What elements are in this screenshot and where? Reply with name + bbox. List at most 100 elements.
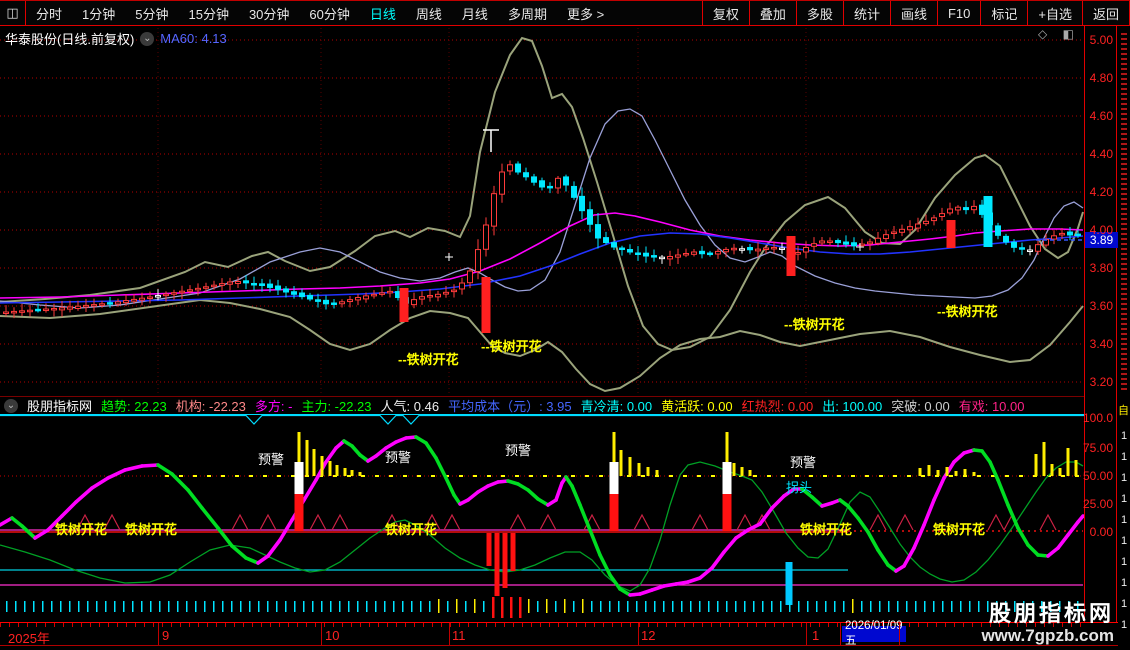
candle-body <box>76 306 81 308</box>
oscillator-segment <box>1058 535 1068 548</box>
period-tab[interactable]: 月线 <box>452 4 498 23</box>
chart-title-bar[interactable]: 华泰股份(日线.前复权) ⌄ MA60: 4.13 <box>5 29 227 48</box>
oscillator-segment <box>858 518 868 532</box>
oscillator-segment <box>246 558 258 563</box>
oscillator-segment <box>652 586 664 590</box>
indicator-axis-label: 25.00 <box>1083 497 1113 511</box>
marked-cyan-candle <box>984 196 993 247</box>
strip-number: 1 <box>1121 577 1127 589</box>
bottom-tick <box>447 601 449 612</box>
period-tab[interactable]: 多周期 <box>498 4 557 23</box>
period-tab[interactable]: 日线 <box>360 4 406 23</box>
oscillator-segment <box>1028 545 1038 555</box>
candle-body <box>164 294 169 296</box>
period-tab[interactable]: 1分钟 <box>72 4 125 23</box>
toolbar-button[interactable]: 叠加 <box>750 1 797 25</box>
indicator-collapse-icon[interactable]: ⌄ <box>4 399 18 413</box>
toolbar-button[interactable]: F10 <box>938 1 981 25</box>
toolbar-button[interactable]: 统计 <box>844 1 891 25</box>
stock-title[interactable]: 华泰股份(日线.前复权) <box>5 29 134 48</box>
oscillator-segment <box>990 462 998 480</box>
panel-annotation: 预警 <box>385 447 411 466</box>
candle-body <box>20 311 25 313</box>
zero-line-triangle <box>897 515 913 530</box>
indicator-field: 人气: 0.46 <box>381 396 440 415</box>
period-tab[interactable]: 周线 <box>406 4 452 23</box>
oscillator-segment <box>600 555 610 575</box>
bottom-tick <box>195 601 197 612</box>
bottom-tick <box>816 601 818 612</box>
bottom-tick <box>537 601 539 612</box>
watermark: 股朋指标网 www.7gpzb.com <box>981 601 1114 646</box>
signal-bar-red <box>295 494 304 531</box>
bottom-tick <box>789 601 791 612</box>
candle-body <box>60 308 65 310</box>
indicator-axis-label: 50.00 <box>1083 469 1113 483</box>
oscillator-segment <box>772 496 784 508</box>
toolbar-button[interactable]: 复权 <box>703 1 750 25</box>
oscillator-segment <box>590 530 600 555</box>
candle-body <box>796 253 801 255</box>
main-candlestick-chart[interactable] <box>0 26 1084 396</box>
candle-body <box>812 244 817 247</box>
yellow-histogram-bar <box>1075 460 1078 476</box>
bottom-tick <box>600 601 602 612</box>
candle-body <box>748 248 753 250</box>
candle-body <box>268 284 273 287</box>
oscillator-segment <box>934 478 944 500</box>
date-axis-separator <box>638 623 639 645</box>
panel-annotation: 预警 <box>505 440 531 459</box>
period-tab[interactable]: 15分钟 <box>178 4 238 23</box>
oscillator-segment <box>1008 505 1018 528</box>
candle-body <box>236 282 241 284</box>
date-axis-label: 2025年 <box>8 628 50 647</box>
period-tab[interactable]: 5分钟 <box>125 4 178 23</box>
price-axis-label: 3.80 <box>1083 261 1113 275</box>
right-sidebar-strip[interactable]: 自 1111111111 <box>1118 26 1130 622</box>
bottom-tick <box>546 599 548 613</box>
doji-cross-marker <box>445 253 453 261</box>
watermark-url: www.7gpzb.com <box>981 626 1114 646</box>
candle-body <box>964 208 969 210</box>
candle-body <box>708 253 713 255</box>
bottom-tick <box>915 601 917 612</box>
date-axis-label: 10 <box>325 628 339 643</box>
bottom-tick <box>366 601 368 612</box>
period-tab[interactable]: 60分钟 <box>299 4 359 23</box>
candle-body <box>244 281 249 283</box>
bottom-tick <box>213 601 215 612</box>
bottom-tick <box>852 599 854 613</box>
toolbar-button[interactable]: 多股 <box>797 1 844 25</box>
indicator-field: 机构: -22.23 <box>176 396 246 415</box>
candle-body <box>276 286 281 290</box>
candle-body <box>940 214 945 217</box>
yellow-histogram-bar <box>1067 448 1070 476</box>
candle-body <box>228 282 233 284</box>
toolbar-button[interactable]: +自选 <box>1028 1 1083 25</box>
oscillator-segment <box>848 506 858 518</box>
period-tab[interactable]: 更多 > <box>557 4 614 23</box>
period-tab[interactable]: 30分钟 <box>239 4 299 23</box>
chevron-down-icon[interactable]: ⌄ <box>140 32 154 46</box>
date-axis-separator <box>840 623 841 645</box>
bottom-tick <box>573 601 575 612</box>
bottom-tick <box>510 597 513 618</box>
window-split-icon[interactable]: ◫ <box>0 1 26 25</box>
chart-corner-icons[interactable]: ◇ ◧ <box>1038 27 1080 41</box>
price-axis: 3.89 5.004.804.604.404.204.003.803.603.4… <box>1084 26 1117 622</box>
toolbar-button[interactable]: 返回 <box>1083 1 1130 25</box>
bottom-tick <box>618 601 620 612</box>
bottom-tick <box>951 601 953 612</box>
toolbar-button[interactable]: 标记 <box>981 1 1028 25</box>
marked-red-candle <box>947 220 956 248</box>
period-tab[interactable]: 分时 <box>26 4 72 23</box>
toolbar-button[interactable]: 画线 <box>891 1 938 25</box>
yellow-histogram-bar <box>329 461 332 476</box>
candle-body <box>340 302 345 304</box>
zero-line-triangle <box>634 515 650 530</box>
below-zero-red-bar <box>511 533 516 571</box>
candle-body <box>260 284 265 286</box>
oscillator-segment <box>528 490 538 499</box>
bottom-tick <box>942 601 944 612</box>
yellow-histogram-bar <box>313 449 316 476</box>
